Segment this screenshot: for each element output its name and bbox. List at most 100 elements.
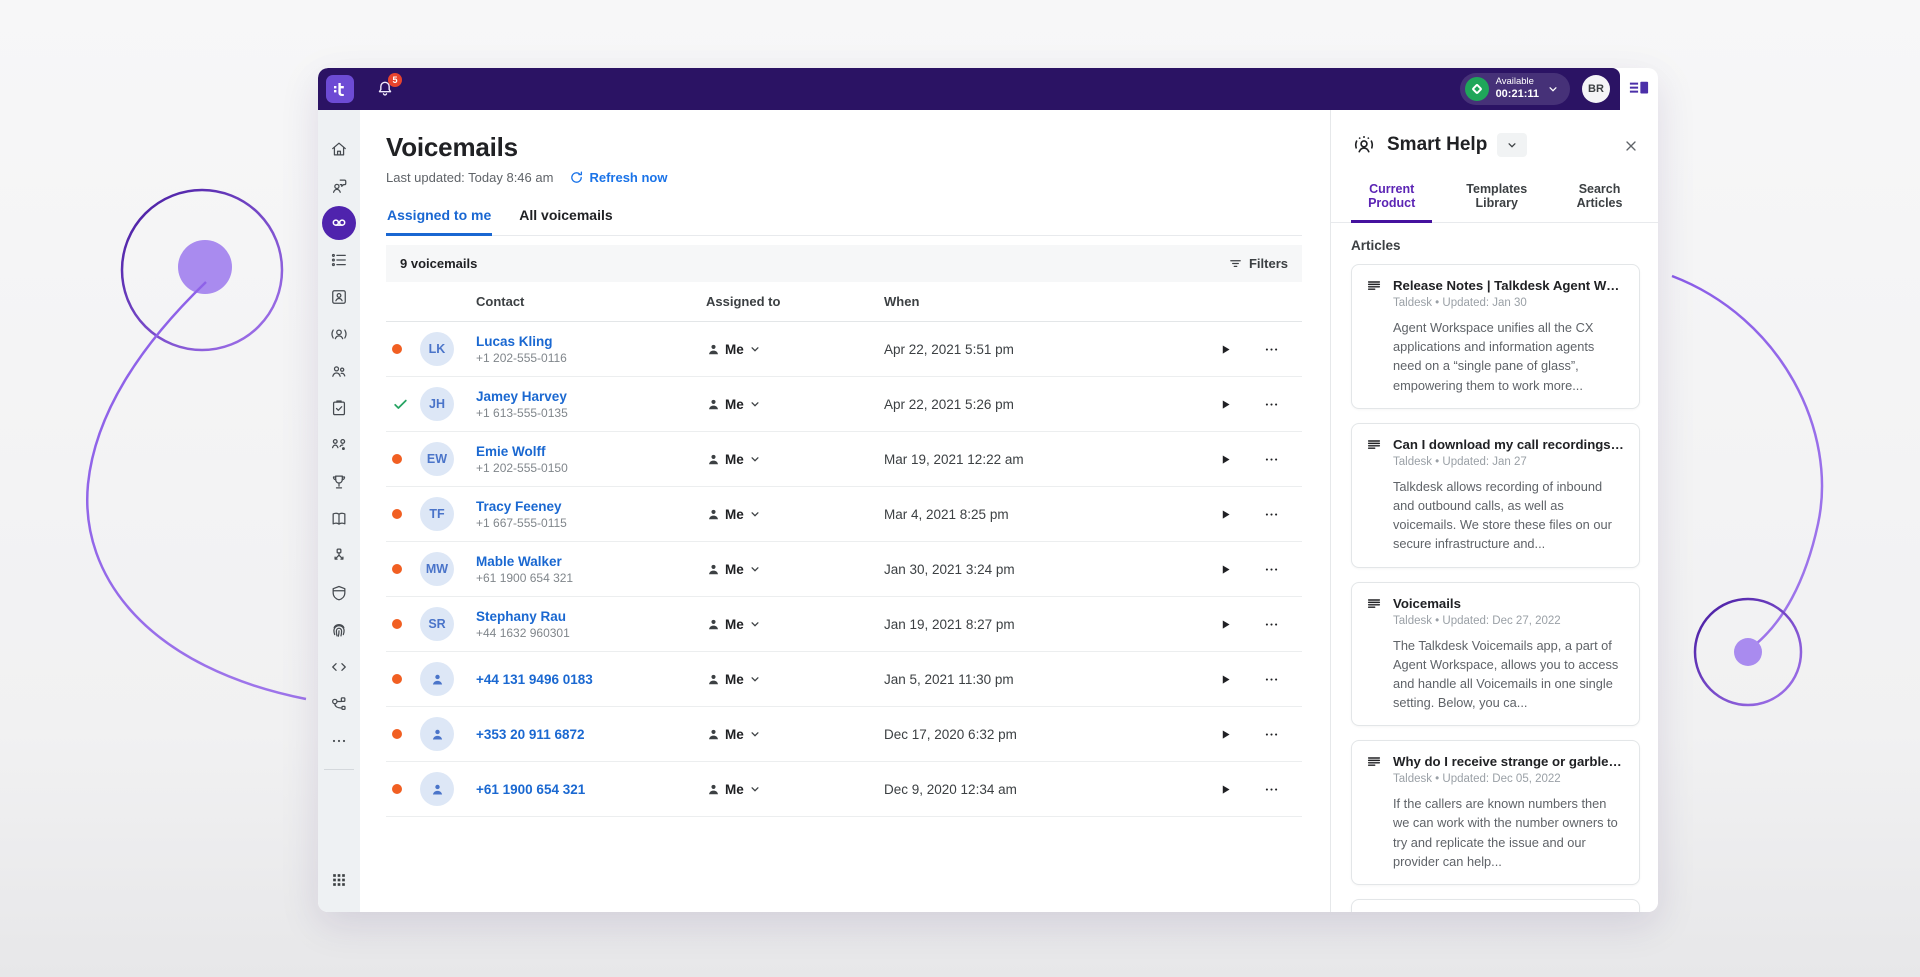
- contact-name-link[interactable]: Mable Walker: [476, 554, 706, 569]
- play-voicemail-button[interactable]: [1210, 609, 1240, 639]
- play-icon: [1219, 508, 1232, 521]
- voicemail-row[interactable]: +61 1900 654 321 Me Dec 9, 2020 12:34 am: [386, 762, 1302, 817]
- person-icon: [706, 617, 721, 632]
- assigned-to-dropdown[interactable]: Me: [706, 617, 762, 632]
- contact-phone-link[interactable]: +61 1900 654 321: [476, 782, 706, 797]
- sidebar-item-org-people[interactable]: [322, 428, 356, 462]
- assigned-to-dropdown[interactable]: Me: [706, 782, 762, 797]
- unread-dot-icon: [392, 509, 402, 519]
- assigned-to-dropdown[interactable]: Me: [706, 342, 762, 357]
- avatar: TF: [420, 497, 454, 531]
- tab-assigned-to-me[interactable]: Assigned to me: [386, 207, 492, 236]
- sidebar-item-flow-split[interactable]: [322, 539, 356, 573]
- assigned-to-dropdown[interactable]: Me: [706, 452, 762, 467]
- chevron-down-icon: [748, 727, 762, 741]
- play-voicemail-button[interactable]: [1210, 389, 1240, 419]
- sidebar-item-more[interactable]: [322, 724, 356, 758]
- article-card[interactable]: Email Notifications for Voicemails Talde…: [1351, 899, 1640, 912]
- assigned-to-dropdown[interactable]: Me: [706, 672, 762, 687]
- sidebar-item-contact-card[interactable]: [322, 280, 356, 314]
- more-actions-button[interactable]: [1256, 609, 1286, 639]
- close-panel-button[interactable]: [1619, 134, 1643, 158]
- unread-dot-icon: [392, 344, 402, 354]
- sidebar-item-clipboard-check[interactable]: [322, 391, 356, 425]
- more-actions-button[interactable]: [1256, 554, 1286, 584]
- sidebar-item-voicemail[interactable]: [322, 206, 356, 240]
- sidebar-item-activity-list[interactable]: [322, 243, 356, 277]
- contact-name-link[interactable]: Emie Wolff: [476, 444, 706, 459]
- voicemail-row[interactable]: LK Lucas Kling +1 202-555-0116 Me Apr 22…: [386, 322, 1302, 377]
- article-icon: [1366, 437, 1382, 453]
- assigned-to-dropdown[interactable]: Me: [706, 507, 762, 522]
- sidebar-item-integrations[interactable]: [322, 687, 356, 721]
- smart-help-tab-search-articles[interactable]: Search Articles: [1561, 182, 1638, 223]
- sidebar-item-shield[interactable]: [322, 576, 356, 610]
- more-actions-button[interactable]: [1256, 719, 1286, 749]
- sidebar-item-fingerprint[interactable]: [322, 613, 356, 647]
- play-voicemail-button[interactable]: [1210, 444, 1240, 474]
- more-actions-button[interactable]: [1256, 389, 1286, 419]
- voicemail-row[interactable]: SR Stephany Rau +44 1632 960301 Me Jan 1…: [386, 597, 1302, 652]
- sidebar-item-code[interactable]: [322, 650, 356, 684]
- play-voicemail-button[interactable]: [1210, 334, 1240, 364]
- article-excerpt: Talkdesk allows recording of inbound and…: [1393, 477, 1625, 554]
- user-avatar[interactable]: BR: [1582, 75, 1610, 103]
- contact-phone-link[interactable]: +44 131 9496 0183: [476, 672, 706, 687]
- smart-help-tab-templates-library[interactable]: Templates Library: [1451, 182, 1542, 223]
- sidebar-item-team[interactable]: [322, 354, 356, 388]
- voicemail-row[interactable]: TF Tracy Feeney +1 667-555-0115 Me Mar 4…: [386, 487, 1302, 542]
- avatar-initials: BR: [1588, 83, 1604, 95]
- contact-name-link[interactable]: Lucas Kling: [476, 334, 706, 349]
- smart-help-dropdown-button[interactable]: [1497, 133, 1527, 157]
- sidebar-item-trophy[interactable]: [322, 465, 356, 499]
- more-actions-button[interactable]: [1256, 334, 1286, 364]
- sidebar-item-knowledge-book[interactable]: [322, 502, 356, 536]
- refresh-now-button[interactable]: Refresh now: [569, 170, 667, 185]
- contact-name-link[interactable]: Tracy Feeney: [476, 499, 706, 514]
- more-actions-button[interactable]: [1256, 499, 1286, 529]
- voicemails-page: Voicemails Last updated: Today 8:46 am R…: [360, 110, 1330, 912]
- more-actions-button[interactable]: [1256, 774, 1286, 804]
- more-actions-button[interactable]: [1256, 444, 1286, 474]
- presence-status-button[interactable]: Available 00:21:11: [1460, 73, 1570, 105]
- clipboard-check-icon: [329, 398, 349, 418]
- tab-all-voicemails[interactable]: All voicemails: [518, 207, 613, 236]
- play-voicemail-button[interactable]: [1210, 499, 1240, 529]
- play-voicemail-button[interactable]: [1210, 719, 1240, 749]
- apps-launcher-button[interactable]: [322, 863, 356, 897]
- article-card[interactable]: Release Notes | Talkdesk Agent Workspa..…: [1351, 264, 1640, 409]
- play-voicemail-button[interactable]: [1210, 664, 1240, 694]
- contact-phone: +1 202-555-0150: [476, 461, 706, 475]
- chevron-down-icon: [1546, 82, 1560, 96]
- sidebar-item-agent-chat[interactable]: [322, 169, 356, 203]
- contact-phone-link[interactable]: +353 20 911 6872: [476, 727, 706, 742]
- sidebar-item-home[interactable]: [322, 132, 356, 166]
- assigned-to-dropdown[interactable]: Me: [706, 397, 762, 412]
- filters-button[interactable]: Filters: [1228, 256, 1288, 271]
- more-actions-button[interactable]: [1256, 664, 1286, 694]
- article-card[interactable]: Voicemails Taldesk • Updated: Dec 27, 20…: [1351, 582, 1640, 727]
- sidebar-item-customer[interactable]: [322, 317, 356, 351]
- refresh-icon: [569, 170, 584, 185]
- voicemail-row[interactable]: JH Jamey Harvey +1 613-555-0135 Me Apr 2…: [386, 377, 1302, 432]
- more-icon: [1263, 561, 1280, 578]
- voicemail-row[interactable]: +44 131 9496 0183 Me Jan 5, 2021 11:30 p…: [386, 652, 1302, 707]
- voicemail-row[interactable]: EW Emie Wolff +1 202-555-0150 Me Mar 19,…: [386, 432, 1302, 487]
- voicemail-row[interactable]: MW Mable Walker +61 1900 654 321 Me Jan …: [386, 542, 1302, 597]
- voicemail-date: Jan 19, 2021 8:27 pm: [884, 617, 1210, 632]
- assigned-to-dropdown[interactable]: Me: [706, 727, 762, 742]
- voicemail-row[interactable]: +353 20 911 6872 Me Dec 17, 2020 6:32 pm: [386, 707, 1302, 762]
- smart-help-tab-current-product[interactable]: Current Product: [1351, 182, 1432, 223]
- article-card[interactable]: Can I download my call recordings and vo…: [1351, 423, 1640, 568]
- assigned-to-dropdown[interactable]: Me: [706, 562, 762, 577]
- article-title: Voicemails: [1393, 596, 1625, 611]
- person-icon: [706, 727, 721, 742]
- contact-name-link[interactable]: Jamey Harvey: [476, 389, 706, 404]
- conversation-panel-toggle-button[interactable]: [1626, 77, 1652, 101]
- talkdesk-logo[interactable]: [326, 75, 354, 103]
- article-card[interactable]: Why do I receive strange or garbled voic…: [1351, 740, 1640, 885]
- notifications-bell-button[interactable]: 5: [372, 76, 398, 102]
- play-voicemail-button[interactable]: [1210, 774, 1240, 804]
- contact-name-link[interactable]: Stephany Rau: [476, 609, 706, 624]
- play-voicemail-button[interactable]: [1210, 554, 1240, 584]
